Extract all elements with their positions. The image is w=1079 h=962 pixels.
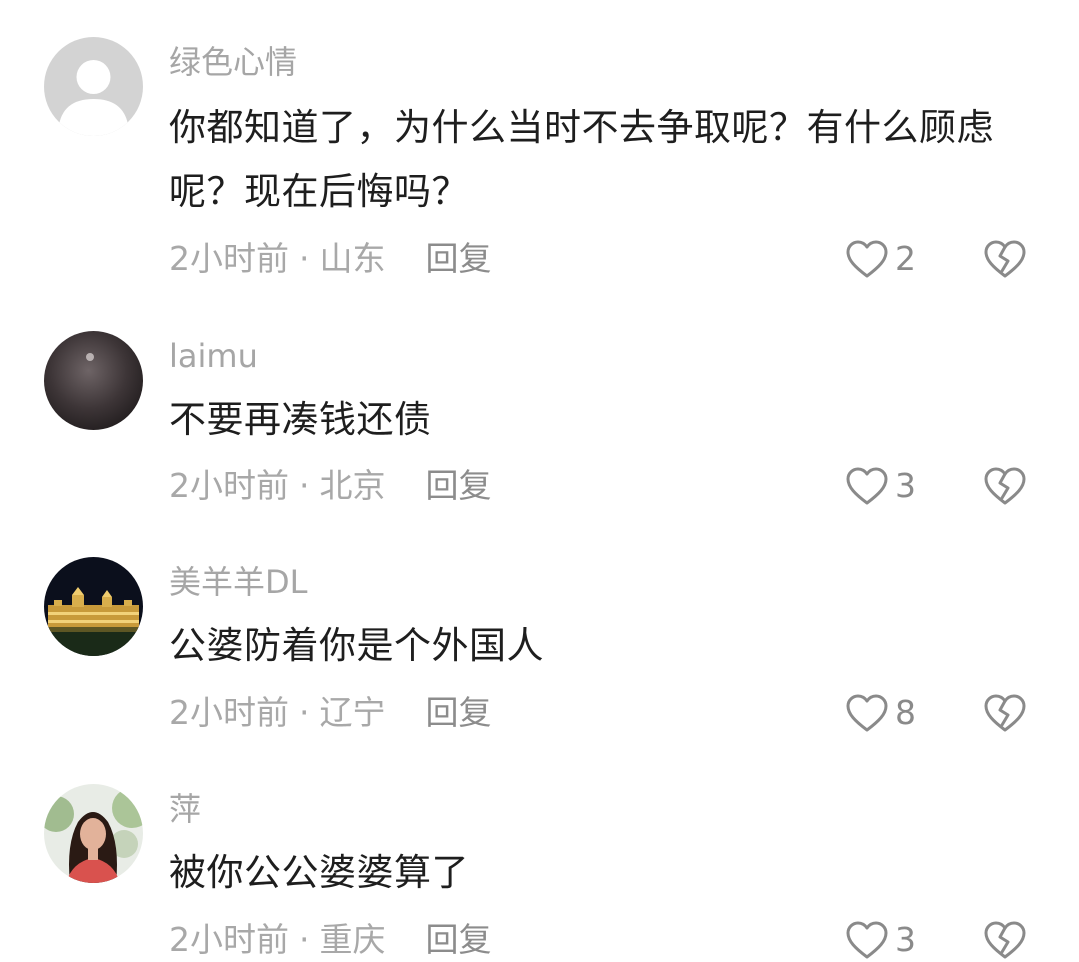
default-user-icon — [44, 37, 143, 136]
comment-location: 辽宁 — [319, 693, 386, 732]
like-button[interactable]: 3 — [845, 918, 916, 962]
comment-text: 公婆防着你是个外国人 — [169, 624, 544, 667]
comment-meta: 2小时前 · 辽宁 回复 — [169, 691, 492, 735]
username[interactable]: 绿色心情 — [169, 42, 297, 82]
comment-meta: 2小时前 · 重庆 回复 — [169, 918, 492, 962]
username[interactable]: laimu — [169, 336, 258, 376]
separator: · — [299, 693, 310, 732]
username[interactable]: 萍 — [169, 789, 201, 829]
like-count: 3 — [895, 920, 916, 959]
comment-time: 2小时前 — [169, 466, 289, 505]
separator: · — [299, 466, 310, 505]
separator: · — [299, 239, 310, 278]
comment-meta: 2小时前 · 北京 回复 — [169, 464, 492, 508]
comment-text: 被你公公婆婆算了 — [169, 851, 469, 894]
like-count: 2 — [895, 239, 916, 278]
heart-outline-icon — [846, 467, 888, 505]
night-palace-avatar — [44, 557, 143, 656]
like-button[interactable]: 2 — [845, 237, 916, 281]
heart-outline-icon — [846, 921, 888, 959]
avatar[interactable] — [44, 557, 143, 656]
broken-heart-icon — [984, 467, 1026, 505]
like-button[interactable]: 3 — [845, 464, 916, 508]
comment-time: 2小时前 — [169, 693, 289, 732]
dislike-button[interactable] — [983, 691, 1027, 735]
separator: · — [299, 920, 310, 959]
comment-text: 不要再凑钱还债 — [169, 398, 432, 441]
broken-heart-icon — [984, 694, 1026, 732]
avatar[interactable] — [44, 37, 143, 136]
reply-button[interactable]: 回复 — [426, 466, 492, 505]
comment-time: 2小时前 — [169, 239, 289, 278]
broken-heart-icon — [984, 921, 1026, 959]
reply-button[interactable]: 回复 — [426, 239, 492, 278]
comment-time: 2小时前 — [169, 920, 289, 959]
username[interactable]: 美羊羊DL — [169, 562, 307, 602]
user-photo-avatar — [44, 331, 143, 430]
woman-photo-avatar — [44, 784, 143, 883]
comment-location: 重庆 — [319, 920, 386, 959]
broken-heart-icon — [984, 240, 1026, 278]
comment-location: 山东 — [319, 239, 386, 278]
like-count: 3 — [895, 466, 916, 505]
dislike-button[interactable] — [983, 918, 1027, 962]
avatar[interactable] — [44, 331, 143, 430]
avatar[interactable] — [44, 784, 143, 883]
reply-button[interactable]: 回复 — [426, 920, 492, 959]
comment-location: 北京 — [319, 466, 386, 505]
like-button[interactable]: 8 — [845, 691, 916, 735]
reply-button[interactable]: 回复 — [426, 693, 492, 732]
comment-meta: 2小时前 · 山东 回复 — [169, 237, 492, 281]
dislike-button[interactable] — [983, 464, 1027, 508]
like-count: 8 — [895, 693, 916, 732]
comment-text: 你都知道了，为什么当时不去争取呢？有什么顾虑呢？现在后悔吗？ — [169, 106, 994, 213]
dislike-button[interactable] — [983, 237, 1027, 281]
heart-outline-icon — [846, 240, 888, 278]
heart-outline-icon — [846, 694, 888, 732]
